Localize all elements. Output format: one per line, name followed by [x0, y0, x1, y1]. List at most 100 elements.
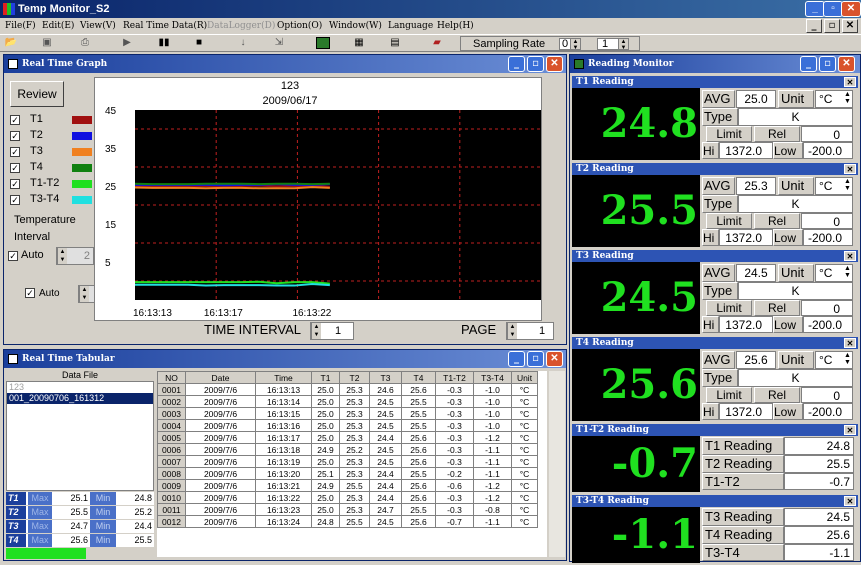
channel-checkbox[interactable]: ✓: [10, 131, 20, 141]
spin-arrows-icon[interactable]: ▲ ▼: [57, 248, 67, 264]
type-select[interactable]: K: [738, 282, 853, 300]
spin-arrows-icon[interactable]: ▲ ▼: [570, 39, 580, 51]
menu-language[interactable]: Language: [388, 18, 433, 34]
sampling-rate-minutes[interactable]: 0 ▲ ▼: [559, 38, 581, 51]
table-scrollbar[interactable]: [549, 371, 565, 557]
column-header[interactable]: T3: [369, 371, 402, 384]
menu-datalogger[interactable]: DataLogger(D): [207, 18, 275, 34]
column-header[interactable]: T1: [311, 371, 340, 384]
menu-window[interactable]: Window(W): [329, 18, 382, 34]
reading-close-icon[interactable]: ✕: [844, 251, 856, 261]
limit-button[interactable]: Limit: [706, 300, 752, 316]
menu-help[interactable]: Help(H): [437, 18, 474, 34]
spin-arrows-icon[interactable]: ▲ ▼: [507, 323, 517, 339]
table-row[interactable]: 0004 2009/7/6 16:13:16 25.0 25.3 24.5 25.5 -0.3…: [157, 419, 538, 432]
spin-arrows-icon[interactable]: ▲ ▼: [618, 39, 628, 51]
rel-button[interactable]: Rel: [754, 387, 800, 403]
rel-button[interactable]: Rel: [754, 300, 800, 316]
export-icon[interactable]: ⇲: [272, 37, 286, 49]
channel-checkbox[interactable]: ✓: [10, 115, 20, 125]
tabular-maximize-icon[interactable]: ▫: [527, 351, 544, 367]
mdi-close-icon[interactable]: ✕: [842, 19, 858, 33]
page-spinner[interactable]: ▲ ▼ 1: [506, 322, 554, 340]
menu-edit[interactable]: Edit(E): [42, 18, 74, 34]
unit-select[interactable]: °C ▲ ▼: [815, 177, 853, 195]
interval-spinner[interactable]: ▲ ▼ 2: [56, 247, 94, 265]
sampling-rate-seconds[interactable]: 1 ▲ ▼: [597, 38, 629, 51]
review-button[interactable]: Review: [10, 81, 64, 107]
print-icon[interactable]: ⎙: [78, 37, 92, 49]
download-icon[interactable]: ↓: [236, 37, 250, 49]
table-row[interactable]: 0003 2009/7/6 16:13:15 25.0 25.3 24.5 25.5 -0.3…: [157, 407, 538, 420]
spin-arrows-icon[interactable]: ▲ ▼: [79, 286, 89, 302]
table-row[interactable]: 0006 2009/7/6 16:13:18 24.9 25.2 24.5 25.6 -0.3…: [157, 443, 538, 456]
column-header[interactable]: NO: [157, 371, 186, 384]
column-header[interactable]: Date: [185, 371, 256, 384]
unit-select[interactable]: °C ▲ ▼: [815, 90, 853, 108]
column-header[interactable]: T3-T4: [473, 371, 512, 384]
type-select[interactable]: K: [738, 108, 853, 126]
play-icon[interactable]: ▶: [120, 37, 134, 49]
mdi-minimize-icon[interactable]: _: [806, 19, 822, 33]
rel-button[interactable]: Rel: [754, 126, 800, 142]
column-header[interactable]: T4: [401, 371, 436, 384]
type-select[interactable]: K: [738, 369, 853, 387]
reading-close-icon[interactable]: ✕: [844, 338, 856, 348]
spin-arrows-icon[interactable]: ▲ ▼: [843, 91, 852, 105]
tabular-close-icon[interactable]: ✕: [546, 351, 563, 367]
graph-maximize-icon[interactable]: ▫: [527, 56, 544, 72]
graph-icon[interactable]: ▤: [388, 37, 402, 49]
rel-value[interactable]: 0: [801, 213, 853, 229]
reading-close-icon[interactable]: ✕: [844, 77, 856, 87]
column-header[interactable]: Unit: [511, 371, 538, 384]
graph-close-icon[interactable]: ✕: [546, 56, 563, 72]
table-row[interactable]: 0005 2009/7/6 16:13:17 25.0 25.3 24.4 25.6 -0.3…: [157, 431, 538, 444]
graph-minimize-icon[interactable]: _: [508, 56, 525, 72]
monitor-minimize-icon[interactable]: _: [800, 56, 817, 72]
column-header[interactable]: T2: [339, 371, 370, 384]
spin-arrows-icon[interactable]: ▲ ▼: [843, 178, 852, 192]
open-icon[interactable]: 📂: [4, 37, 18, 49]
low-value[interactable]: -200.0: [803, 316, 853, 333]
table-row[interactable]: 0002 2009/7/6 16:13:14 25.0 25.3 24.5 25.5 -0.3…: [157, 395, 538, 408]
limit-button[interactable]: Limit: [706, 213, 752, 229]
tabular-minimize-icon[interactable]: _: [508, 351, 525, 367]
channel-checkbox[interactable]: ✓: [10, 179, 20, 189]
limit-button[interactable]: Limit: [706, 387, 752, 403]
channel-checkbox[interactable]: ✓: [10, 163, 20, 173]
spin-arrows-icon[interactable]: ▲ ▼: [311, 323, 321, 339]
reading-close-icon[interactable]: ✕: [844, 425, 856, 435]
auto-scale-checkbox[interactable]: ✓: [25, 288, 35, 298]
limit-button[interactable]: Limit: [706, 126, 752, 142]
rel-value[interactable]: 0: [801, 126, 853, 142]
minimize-icon[interactable]: _: [805, 1, 825, 17]
hi-value[interactable]: 1372.0: [719, 403, 773, 420]
table-row[interactable]: 0007 2009/7/6 16:13:19 25.0 25.3 24.5 25.6 -0.3…: [157, 455, 538, 468]
rel-value[interactable]: 0: [801, 300, 853, 316]
low-value[interactable]: -200.0: [803, 142, 853, 159]
auto-interval-checkbox[interactable]: ✓: [8, 251, 18, 261]
column-header[interactable]: T1-T2: [435, 371, 474, 384]
table-row[interactable]: 0012 2009/7/6 16:13:24 24.8 25.5 24.5 25.6 -0.7…: [157, 515, 538, 528]
menu-file[interactable]: File(F): [5, 18, 36, 34]
save-icon[interactable]: ▣: [40, 37, 54, 49]
close-icon[interactable]: ✕: [841, 1, 861, 17]
menu-option[interactable]: Option(O): [277, 18, 322, 34]
rel-value[interactable]: 0: [801, 387, 853, 403]
menu-realtime[interactable]: Real Time Data(R): [123, 18, 207, 34]
channel-checkbox[interactable]: ✓: [10, 195, 20, 205]
data-file-item[interactable]: 123: [7, 382, 153, 393]
mdi-restore-icon[interactable]: ▫: [824, 19, 840, 33]
menu-view[interactable]: View(V): [80, 18, 116, 34]
maximize-icon[interactable]: ▫: [823, 1, 843, 17]
channel-checkbox[interactable]: ✓: [10, 147, 20, 157]
table-row[interactable]: 0010 2009/7/6 16:13:22 25.0 25.3 24.4 25.6 -0.3…: [157, 491, 538, 504]
hi-value[interactable]: 1372.0: [719, 229, 773, 246]
rel-button[interactable]: Rel: [754, 213, 800, 229]
data-file-list[interactable]: 123 001_20090706_161312: [6, 381, 154, 491]
low-value[interactable]: -200.0: [803, 229, 853, 246]
spin-arrows-icon[interactable]: ▲ ▼: [843, 352, 852, 366]
spin-arrows-icon[interactable]: ▲ ▼: [843, 265, 852, 279]
hi-value[interactable]: 1372.0: [719, 142, 773, 159]
pause-icon[interactable]: ▮▮: [157, 37, 171, 49]
